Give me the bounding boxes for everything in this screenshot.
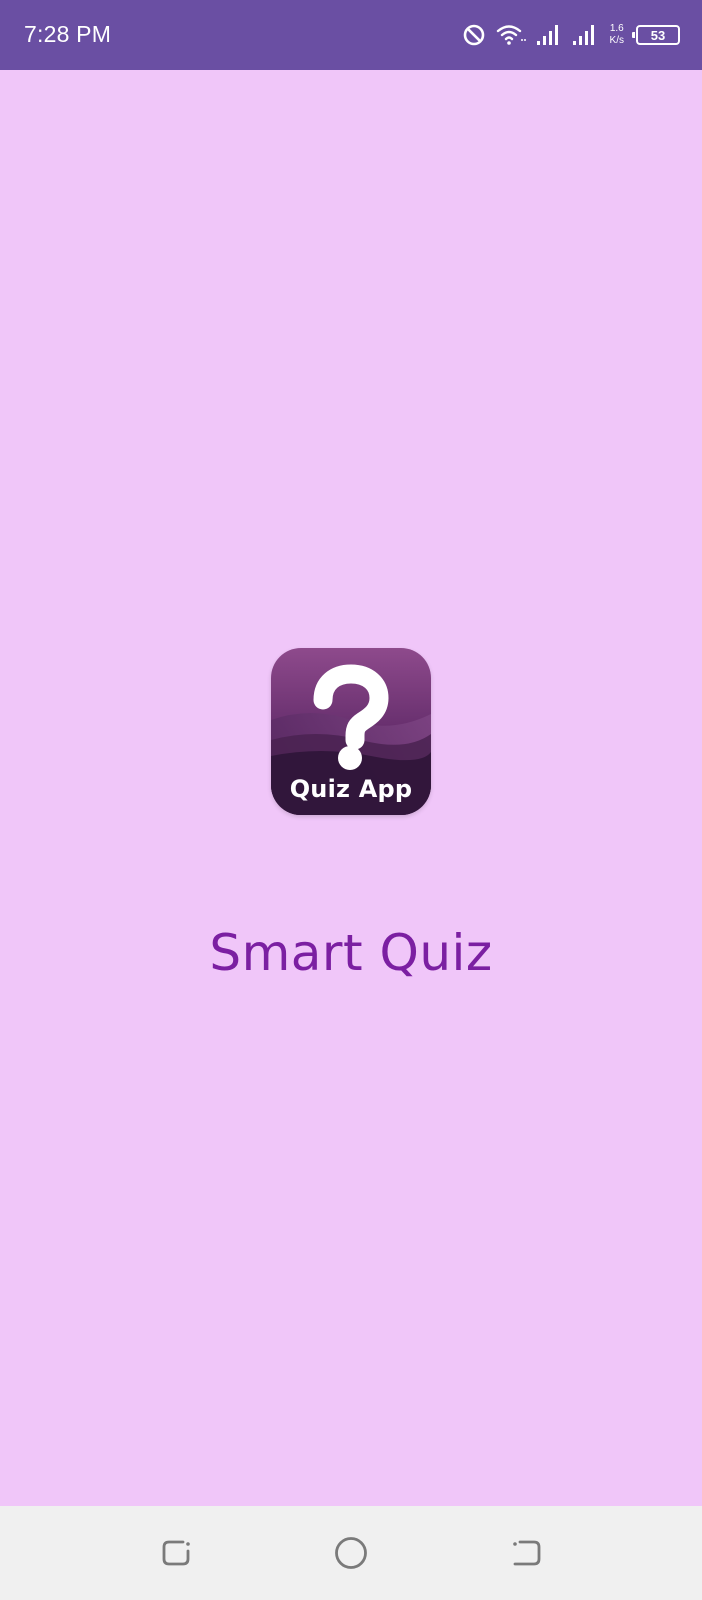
- navigation-bar: [0, 1506, 702, 1600]
- network-speed-value: 1.6: [609, 23, 624, 34]
- app-logo: Quiz App: [271, 648, 431, 815]
- do-not-disturb-icon: [462, 23, 486, 47]
- signal-icon: [536, 23, 562, 47]
- battery-icon: 53: [632, 25, 680, 45]
- signal-icon-2: [572, 23, 598, 47]
- home-button[interactable]: [332, 1534, 370, 1572]
- network-speed: 1.6 K/s: [610, 23, 624, 47]
- app-title: Smart Quiz: [209, 924, 493, 982]
- status-icons: 1.6 K/s 53: [462, 18, 680, 52]
- wifi-icon: [496, 23, 526, 47]
- back-icon: [513, 1540, 541, 1566]
- recent-apps-button[interactable]: [157, 1534, 195, 1572]
- home-icon: [335, 1537, 367, 1569]
- logo-caption: Quiz App: [289, 775, 413, 803]
- network-speed-unit: K/s: [609, 35, 624, 46]
- back-button[interactable]: [508, 1534, 546, 1572]
- recent-apps-icon: [162, 1540, 190, 1566]
- status-time: 7:28 PM: [24, 21, 112, 47]
- battery-level: 53: [650, 27, 666, 43]
- status-bar: 7:28 PM 1.6 K/s 53: [0, 0, 702, 70]
